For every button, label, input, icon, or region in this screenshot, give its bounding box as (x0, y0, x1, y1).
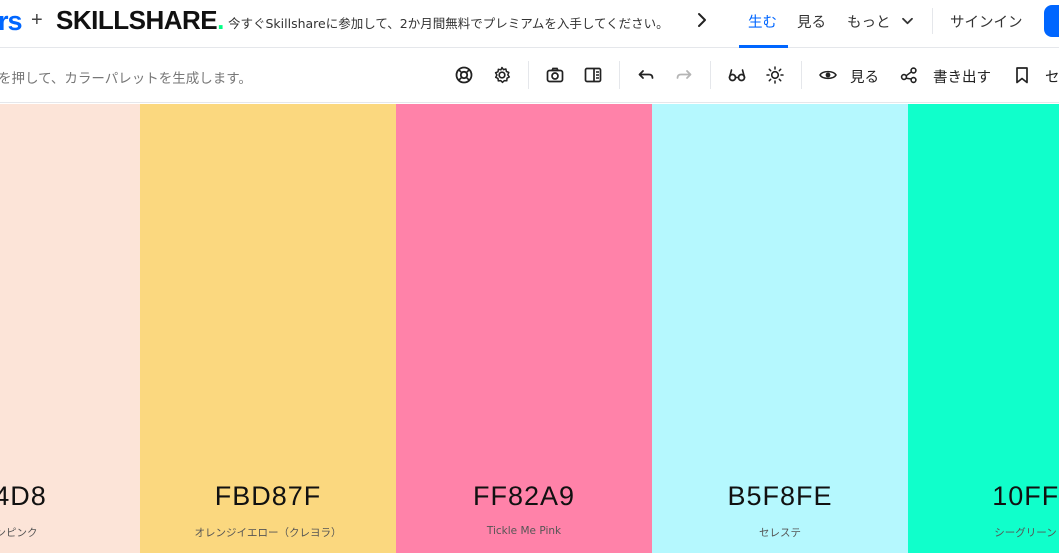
eye-icon[interactable] (817, 64, 839, 86)
bookmark-icon[interactable] (1011, 64, 1033, 86)
redo-icon[interactable] (673, 64, 695, 86)
share-icon[interactable] (898, 64, 920, 86)
camera-icon[interactable] (544, 64, 566, 86)
color-name: セレステ (759, 527, 801, 539)
promo-banner-text[interactable]: 今すぐSkillshareに参加して、2か月間無料でプレミアムを入手してください… (228, 13, 669, 32)
color-swatch[interactable]: 10FFC シーグリーン（ク (908, 104, 1059, 553)
toolbar-divider (801, 61, 802, 89)
sun-icon[interactable] (764, 64, 786, 86)
help-icon[interactable] (453, 64, 475, 86)
nav-more-label: もっと (847, 15, 891, 31)
export-label[interactable]: 書き出す (933, 66, 991, 87)
toolbar-divider (619, 61, 620, 89)
color-hex-code[interactable]: FF82A9 (396, 481, 652, 512)
skillshare-wordmark: SKILLSHARE (56, 5, 218, 35)
toolbar-divider (710, 61, 711, 89)
color-palette: E4D8 パンピンク FBD87F オレンジイエロー（クレヨラ） FF82A9 … (0, 104, 1059, 553)
toolbar-divider (528, 61, 529, 89)
view-label[interactable]: 見る (850, 66, 879, 87)
color-swatch[interactable]: E4D8 パンピンク (0, 104, 140, 553)
color-name: オレンジイエロー（クレヨラ） (194, 527, 342, 539)
sign-in-link[interactable]: サインイン (950, 11, 1023, 32)
nav-tab-generate[interactable]: 生む (748, 11, 777, 32)
palette-toolbar: を押して、カラーパレットを生成します。 見る 書き出す セ (0, 48, 1059, 103)
sign-up-button[interactable] (1044, 5, 1059, 37)
generate-hint-text: を押して、カラーパレットを生成します。 (0, 71, 252, 87)
coolors-app: rs + SKILLSHARE. 今すぐSkillshareに参加して、2か月間… (0, 0, 1059, 553)
color-hex-code[interactable]: E4D8 (0, 481, 140, 512)
glasses-icon[interactable] (726, 64, 748, 86)
color-hex-code[interactable]: B5F8FE (652, 481, 908, 512)
top-nav: rs + SKILLSHARE. 今すぐSkillshareに参加して、2か月間… (0, 0, 1059, 48)
undo-icon[interactable] (635, 64, 657, 86)
nav-tab-more[interactable]: もっと (847, 11, 914, 32)
sidebar-icon[interactable] (582, 64, 604, 86)
chevron-down-icon (902, 17, 914, 25)
nav-tab-explore[interactable]: 見る (797, 11, 826, 32)
nav-divider (932, 8, 933, 34)
color-name: シーグリーン（ク (994, 527, 1059, 539)
color-hex-code[interactable]: FBD87F (140, 481, 396, 512)
settings-icon[interactable] (491, 64, 513, 86)
plus-sign: + (31, 9, 43, 31)
color-swatch[interactable]: B5F8FE セレステ (652, 104, 908, 553)
color-swatch[interactable]: FBD87F オレンジイエロー（クレヨラ） (140, 104, 396, 553)
save-label[interactable]: セ (1045, 66, 1059, 87)
color-swatch[interactable]: FF82A9 Tickle Me Pink (396, 104, 652, 553)
color-name: Tickle Me Pink (486, 525, 562, 537)
chevron-right-icon[interactable] (695, 11, 709, 29)
color-hex-code[interactable]: 10FFC (908, 481, 1059, 512)
color-name: パンピンク (0, 527, 38, 539)
skillshare-dot: . (217, 5, 224, 35)
coolors-logo[interactable]: rs (0, 6, 23, 37)
skillshare-logo[interactable]: SKILLSHARE. (56, 5, 224, 36)
